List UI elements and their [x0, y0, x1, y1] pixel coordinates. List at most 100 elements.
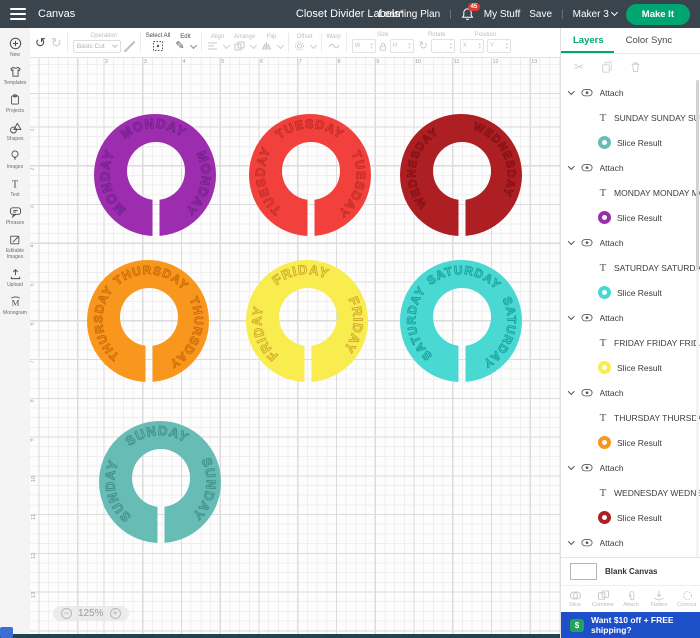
tab-color-sync[interactable]: Color Sync — [614, 28, 682, 53]
select-all-icon[interactable] — [152, 40, 164, 52]
zoom-in-button[interactable]: + — [110, 608, 121, 619]
chevron-down-icon[interactable] — [190, 41, 197, 48]
canvas-menu-label[interactable]: Canvas — [38, 8, 75, 20]
tab-layers[interactable]: Layers — [561, 28, 614, 53]
divider-monday[interactable]: MONDAYMONDAYMONDAY — [90, 111, 220, 241]
save-button[interactable]: Save — [529, 9, 552, 20]
divider-tuesday[interactable]: TUESDAYTUESDAYTUESDAY — [245, 111, 375, 241]
width-field[interactable]: W▴▾ — [352, 39, 376, 53]
make-it-button[interactable]: Make It — [626, 4, 690, 25]
undo-button[interactable]: ↺ — [35, 35, 46, 51]
visibility-eye-icon[interactable] — [580, 387, 594, 398]
sidebar-item-monogram[interactable]: MMonogram — [0, 291, 30, 319]
height-field[interactable]: H▴▾ — [390, 39, 414, 53]
layer-group-attach[interactable]: Attach — [561, 80, 700, 105]
chevron-down-icon[interactable] — [568, 313, 574, 319]
chevron-down-icon[interactable] — [568, 88, 574, 94]
sidebar-item-text[interactable]: TText — [0, 173, 30, 201]
divider-wednesday[interactable]: WEDNESDAYWEDNESDAY — [396, 111, 526, 241]
redo-button[interactable]: ↻ — [51, 35, 62, 51]
app-window: Canvas Closet Divider Labels* Learning P… — [0, 0, 700, 638]
divider-friday[interactable]: FRIDAYFRIDAYFRIDAY — [242, 257, 372, 387]
layer-group-attach[interactable]: Attach — [561, 155, 700, 180]
slice-action-button[interactable]: Slice — [561, 586, 589, 612]
layer-row[interactable]: Slice Result — [561, 430, 700, 455]
visibility-eye-icon[interactable] — [580, 537, 594, 548]
edit-pencil-icon[interactable]: ✎ — [175, 41, 184, 52]
notifications-button[interactable]: 45 — [461, 7, 475, 22]
layer-row[interactable]: Slice Result — [561, 205, 700, 230]
rotate-field[interactable]: ▴▾ — [431, 39, 455, 53]
divider-thursday[interactable]: THURSDAYTHURSDAYTHURSDAY — [83, 257, 213, 387]
chevron-down-icon[interactable] — [568, 388, 574, 394]
sidebar-item-phrases[interactable]: Phrases — [0, 201, 30, 229]
layer-group-attach[interactable]: Attach — [561, 305, 700, 330]
scissors-icon[interactable]: ✂ — [574, 60, 584, 74]
contour-action-button[interactable]: Contour — [673, 586, 700, 612]
position-x-field[interactable]: X▴▾ — [460, 39, 484, 53]
edit-group[interactable]: Edit ✎ — [175, 34, 195, 52]
sidebar-item-shapes[interactable]: Shapes — [0, 117, 30, 145]
layer-group-attach[interactable]: Attach — [561, 380, 700, 405]
layer-row[interactable]: Slice Result — [561, 130, 700, 155]
lock-icon[interactable] — [379, 42, 387, 51]
linetype-swatch[interactable] — [124, 41, 135, 52]
sidebar-item-editable-images[interactable]: Editable Images — [0, 229, 30, 263]
visibility-eye-icon[interactable] — [580, 87, 594, 98]
layer-row[interactable]: TSATURDAY SATURDAY SAT... — [561, 255, 700, 280]
select-all-group[interactable]: Select All — [146, 33, 171, 52]
layer-row[interactable]: Slice Result — [561, 355, 700, 380]
layer-group-attach[interactable]: Attach — [561, 530, 700, 555]
zoom-out-button[interactable]: − — [61, 608, 72, 619]
new-icon — [9, 37, 22, 51]
chevron-down-icon[interactable] — [568, 163, 574, 169]
chevron-down-icon[interactable] — [568, 463, 574, 469]
duplicate-icon[interactable] — [601, 61, 613, 73]
canvas-color-swatch[interactable] — [570, 563, 597, 580]
layer-row[interactable]: TTHURSDAY THURSDAY TH... — [561, 405, 700, 430]
hamburger-menu-icon[interactable] — [10, 8, 26, 20]
my-stuff-link[interactable]: My Stuff — [484, 9, 521, 20]
sidebar-item-label: Upload — [7, 282, 23, 288]
blank-canvas-row[interactable]: Blank Canvas — [561, 557, 700, 585]
layer-group-attach[interactable]: Attach — [561, 230, 700, 255]
position-group: Position X▴▾ Y▴▾ — [460, 32, 511, 53]
sidebar-item-new[interactable]: New — [0, 33, 30, 61]
sidebar-item-upload[interactable]: Upload — [0, 263, 30, 291]
layer-row[interactable]: Slice Result — [561, 505, 700, 530]
layer-row[interactable]: TMONDAY MONDAY MOND... — [561, 180, 700, 205]
divider-sunday[interactable]: SUNDAYSUNDAYSUNDAY — [95, 418, 225, 548]
visibility-eye-icon[interactable] — [580, 312, 594, 323]
offset-label: Offset — [297, 34, 313, 40]
layer-row[interactable]: Slice Result — [561, 280, 700, 305]
chevron-down-icon[interactable] — [568, 238, 574, 244]
learning-plan-link[interactable]: Learning Plan — [378, 9, 440, 20]
divider-saturday[interactable]: SATURDAYSATURDAYSATURDAY — [396, 257, 526, 387]
sidebar-item-templates[interactable]: Templates — [0, 61, 30, 89]
flatten-action-button[interactable]: Flatten — [645, 586, 673, 612]
layer-row[interactable]: TWEDNESDAY WEDNESDAY — [561, 480, 700, 505]
rotate-label: Rotate — [428, 32, 446, 38]
sidebar-item-images[interactable]: Images — [0, 145, 30, 173]
operation-select[interactable]: Basic Cut — [73, 40, 121, 53]
sidebar-item-projects[interactable]: Projects — [0, 89, 30, 117]
offer-tag-icon: $ — [570, 619, 584, 632]
chevron-down-icon[interactable] — [568, 538, 574, 544]
visibility-eye-icon[interactable] — [580, 237, 594, 248]
bottom-left-widget[interactable] — [0, 627, 13, 638]
position-y-field[interactable]: Y▴▾ — [487, 39, 511, 53]
ruler-top-number: 10 — [415, 59, 421, 65]
visibility-eye-icon[interactable] — [580, 162, 594, 173]
trash-icon[interactable] — [630, 61, 641, 73]
visibility-eye-icon[interactable] — [580, 462, 594, 473]
layer-group-attach[interactable]: Attach — [561, 455, 700, 480]
promo-banner[interactable]: $ Want $10 off + FREE shipping? — [561, 612, 700, 638]
design-canvas[interactable]: − 125% + 2345678910111213123456789101112… — [30, 58, 560, 634]
layer-row[interactable]: TSUNDAY SUNDAY SUNDAY — [561, 105, 700, 130]
ruler-left-number: 12 — [31, 553, 37, 559]
panel-scrollbar-thumb[interactable] — [696, 80, 699, 270]
combine-action-button[interactable]: Combine — [589, 586, 617, 612]
machine-select[interactable]: Maker 3 — [573, 9, 617, 20]
layer-row[interactable]: TFRIDAY FRIDAY FRIDAY — [561, 330, 700, 355]
attach-action-button[interactable]: Attach — [617, 586, 645, 612]
